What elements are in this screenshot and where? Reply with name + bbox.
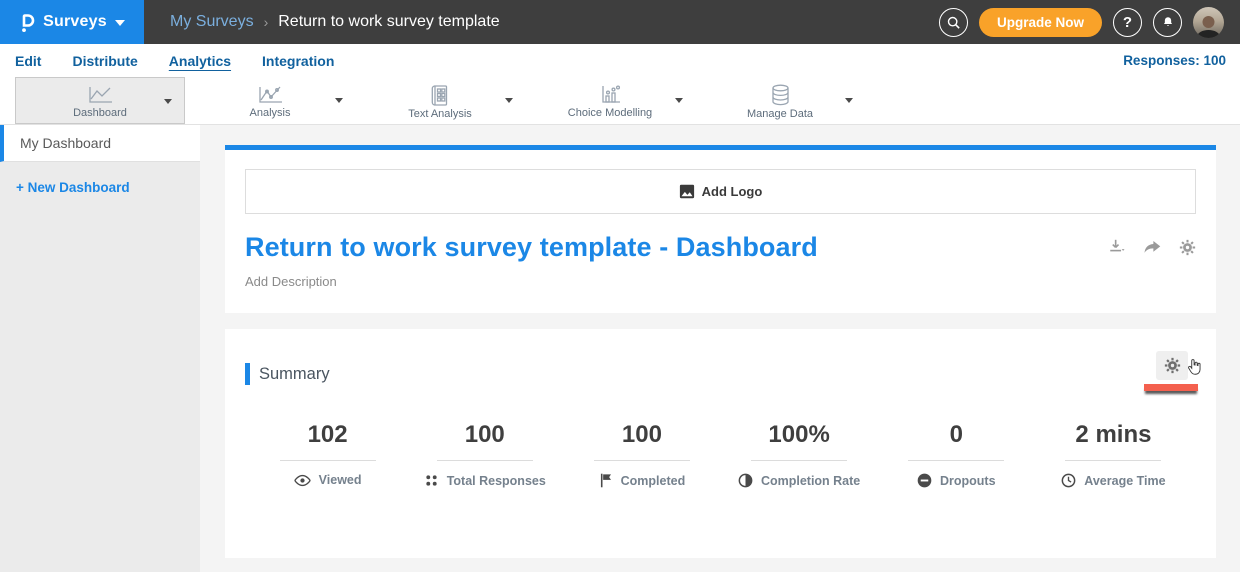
responses-count: Responses: 100 bbox=[1123, 53, 1226, 68]
stat-viewed: 102 Viewed bbox=[249, 421, 406, 488]
toolbar-item-text-analysis[interactable]: Text Analysis bbox=[355, 77, 525, 124]
summary-card: Summary bbox=[225, 329, 1216, 558]
new-dashboard-button[interactable]: + New Dashboard bbox=[0, 162, 200, 213]
breadcrumb-current: Return to work survey template bbox=[278, 13, 499, 31]
annotation-highlight-bar bbox=[1144, 384, 1198, 391]
notifications-button[interactable] bbox=[1153, 8, 1182, 37]
stat-total-responses: 100 Total Responses bbox=[406, 421, 563, 488]
tab-distribute[interactable]: Distribute bbox=[72, 51, 137, 71]
toolbar-item-manage-data[interactable]: Manage Data bbox=[695, 77, 865, 124]
chevron-down-icon bbox=[675, 98, 683, 103]
sidebar-item-my-dashboard[interactable]: My Dashboard bbox=[0, 125, 200, 162]
title-row: Return to work survey template - Dashboa… bbox=[245, 232, 1196, 263]
breadcrumb-my-surveys[interactable]: My Surveys bbox=[170, 13, 254, 31]
app-root: Surveys My Surveys › Return to work surv… bbox=[0, 0, 1240, 572]
header-actions: Upgrade Now ? bbox=[939, 7, 1240, 38]
dashboard-content: Add Logo Return to work survey template … bbox=[200, 125, 1240, 572]
settings-gear-button[interactable] bbox=[1179, 239, 1196, 256]
help-button[interactable]: ? bbox=[1113, 8, 1142, 37]
top-header: Surveys My Surveys › Return to work surv… bbox=[0, 0, 1240, 44]
add-logo-button[interactable]: Add Logo bbox=[245, 169, 1196, 214]
clock-icon bbox=[1061, 473, 1076, 488]
dashboard-title[interactable]: Return to work survey template - Dashboa… bbox=[245, 232, 818, 263]
database-icon bbox=[770, 84, 791, 106]
analysis-chart-icon bbox=[257, 86, 284, 105]
bell-icon bbox=[1161, 15, 1175, 30]
download-button[interactable] bbox=[1108, 238, 1126, 256]
dashboard-sidebar: My Dashboard + New Dashboard bbox=[0, 125, 200, 572]
survey-nav: Edit Distribute Analytics Integration Re… bbox=[0, 44, 1240, 77]
stat-dropouts: 0 Dropouts bbox=[878, 421, 1035, 488]
image-icon bbox=[679, 184, 695, 199]
product-switcher[interactable]: Surveys bbox=[0, 0, 144, 44]
tab-edit[interactable]: Edit bbox=[15, 51, 41, 71]
body: My Dashboard + New Dashboard Add Logo bbox=[0, 125, 1240, 572]
tab-analytics[interactable]: Analytics bbox=[169, 51, 231, 71]
chevron-down-icon bbox=[845, 98, 853, 103]
title-actions bbox=[1108, 232, 1196, 256]
summary-header: Summary bbox=[245, 351, 1196, 397]
chevron-down-icon bbox=[164, 99, 172, 104]
chevron-down-icon bbox=[505, 98, 513, 103]
toolbar-item-dashboard[interactable]: Dashboard bbox=[15, 77, 185, 124]
section-accent-bar bbox=[245, 363, 250, 385]
minus-circle-icon bbox=[917, 473, 932, 488]
dots-grid-icon bbox=[424, 473, 439, 488]
dashboard-chart-icon bbox=[87, 86, 114, 105]
stat-completion-rate: 100% Completion Rate bbox=[721, 421, 878, 488]
chevron-down-icon bbox=[115, 20, 125, 26]
search-icon bbox=[946, 15, 961, 30]
stat-average-time: 2 mins Average Time bbox=[1035, 421, 1192, 488]
product-name: Surveys bbox=[43, 13, 107, 31]
toolbar-item-analysis[interactable]: Analysis bbox=[185, 77, 355, 124]
dashboard-header-card: Add Logo Return to work survey template … bbox=[225, 145, 1216, 313]
upgrade-now-button[interactable]: Upgrade Now bbox=[979, 8, 1102, 37]
question-mark-icon: ? bbox=[1123, 14, 1132, 31]
summary-heading: Summary bbox=[259, 365, 330, 384]
questionpro-logo-icon bbox=[19, 12, 35, 33]
add-description-placeholder[interactable]: Add Description bbox=[245, 274, 1196, 289]
summary-settings-button[interactable] bbox=[1156, 351, 1188, 380]
user-avatar[interactable] bbox=[1193, 7, 1224, 38]
search-button[interactable] bbox=[939, 8, 968, 37]
stat-completed: 100 Completed bbox=[563, 421, 720, 488]
summary-stats: 102 Viewed bbox=[245, 421, 1196, 488]
text-analysis-icon bbox=[430, 85, 450, 106]
toolbar-item-choice-modelling[interactable]: Choice Modelling bbox=[525, 77, 695, 124]
flag-icon bbox=[599, 473, 613, 488]
tab-integration[interactable]: Integration bbox=[262, 51, 334, 71]
chevron-down-icon bbox=[335, 98, 343, 103]
breadcrumb: My Surveys › Return to work survey templ… bbox=[170, 13, 500, 31]
breadcrumb-separator-icon: › bbox=[264, 14, 269, 30]
summary-settings-zone bbox=[1142, 351, 1196, 397]
contrast-icon bbox=[738, 473, 753, 488]
share-button[interactable] bbox=[1143, 239, 1162, 256]
analytics-toolbar: Dashboard Analysis bbox=[0, 77, 1240, 125]
choice-modelling-icon bbox=[599, 85, 622, 105]
eye-icon bbox=[294, 474, 311, 487]
